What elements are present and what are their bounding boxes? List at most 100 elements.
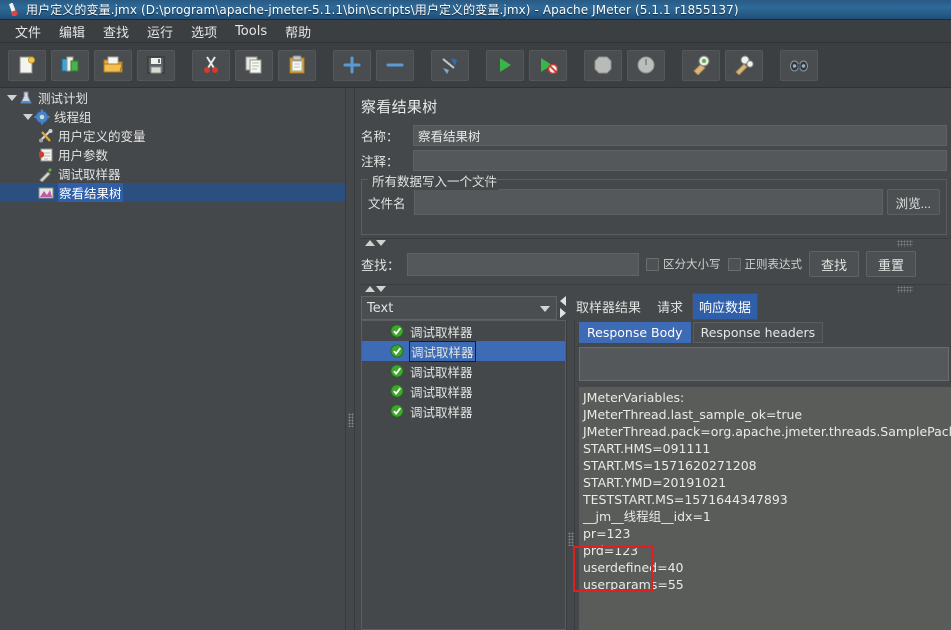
list-item[interactable]: 调试取样器 (362, 381, 565, 401)
split-expand-arrows[interactable] (365, 286, 386, 292)
page-title: 察看结果树 (361, 98, 438, 116)
menu-edit[interactable]: 编辑 (50, 20, 94, 43)
tree-node-thread-group[interactable]: 线程组 (0, 107, 345, 126)
list-item-label: 调试取样器 (410, 324, 473, 340)
tab-request[interactable]: 请求 (650, 293, 690, 320)
chevron-down-icon[interactable] (6, 92, 17, 103)
search-bar: 查找： 区分大小写 正则表达式 查找 重置 (355, 247, 951, 281)
copy-pages-icon (245, 56, 262, 74)
toolbar-copy[interactable] (235, 49, 273, 81)
list-item[interactable]: 调试取样器 (362, 401, 565, 421)
toolbar-shutdown[interactable] (627, 49, 665, 81)
tree-node-user-defined-variables[interactable]: 用户定义的变量 (0, 126, 345, 145)
chevron-left-icon[interactable] (560, 296, 566, 306)
response-tabs: Response Body Response headers (575, 320, 951, 343)
shutdown-icon (637, 56, 655, 74)
split-expand-arrows[interactable] (365, 240, 386, 246)
tab-scroll-arrows[interactable] (560, 296, 566, 318)
tree-label: 测试计划 (38, 91, 89, 106)
tree-label: 察看结果树 (58, 183, 123, 202)
toolbar-search[interactable] (780, 49, 818, 81)
toolbar-start[interactable] (486, 49, 524, 81)
paste-clipboard-icon (289, 55, 305, 74)
chevron-down-icon[interactable] (376, 286, 386, 292)
toolbar-start-no-pauses[interactable] (529, 49, 567, 81)
tab-sampler-result[interactable]: 取样器结果 (569, 293, 648, 320)
cut-scissors-icon (204, 56, 218, 73)
reset-button[interactable]: 重置 (866, 251, 917, 277)
tree-node-test-plan[interactable]: 测试计划 (0, 88, 345, 107)
tab-response-body[interactable]: Response Body (579, 322, 691, 343)
filename-row: 文件名 浏览... (368, 189, 940, 215)
tree-node-user-parameters[interactable]: 用户参数 (0, 145, 345, 164)
lower-split-divider[interactable] (359, 284, 949, 293)
chevron-up-icon[interactable] (365, 286, 375, 292)
toolbar-clear-all[interactable] (725, 49, 763, 81)
open-folder-icon (103, 56, 123, 73)
toolbar-paste[interactable] (278, 49, 316, 81)
render-format-combo[interactable]: Text (361, 296, 557, 320)
render-format-value: Text (367, 300, 394, 316)
chevron-down-icon[interactable] (22, 111, 33, 122)
toolbar-expand-all[interactable] (333, 49, 371, 81)
templates-icon (61, 56, 79, 72)
main-split-divider[interactable] (345, 88, 355, 630)
chevron-right-icon[interactable] (560, 308, 566, 318)
name-label: 名称： (361, 129, 399, 144)
checkbox-box[interactable] (646, 257, 660, 271)
list-item[interactable]: 调试取样器 (362, 321, 565, 341)
upper-split-divider[interactable] (359, 238, 949, 247)
tree-node-view-results-tree[interactable]: 察看结果树 (0, 183, 345, 202)
tab-response-data[interactable]: 响应数据 (692, 293, 759, 320)
list-item-label: 调试取样器 (410, 364, 473, 380)
menu-search[interactable]: 查找 (94, 20, 138, 43)
toolbar-templates[interactable] (51, 49, 89, 81)
menu-run[interactable]: 运行 (138, 20, 182, 43)
toolbar-collapse-all[interactable] (376, 49, 414, 81)
name-input[interactable] (413, 125, 947, 146)
menu-file[interactable]: 文件 (6, 20, 50, 43)
chevron-down-icon[interactable] (540, 306, 550, 312)
results-split-divider[interactable] (566, 320, 575, 630)
chevron-down-icon[interactable] (376, 240, 386, 246)
sampler-result-list[interactable]: 调试取样器 调试取样器 调试取样器 调试取样器 调试取样器 (361, 320, 566, 630)
new-document-icon (19, 56, 35, 74)
toolbar-cut[interactable] (192, 49, 230, 81)
test-plan-tree[interactable]: 测试计划 线程组 用户定义的变量 用户参数 调试取样器 察看结果树 (0, 88, 345, 630)
comment-input[interactable] (413, 150, 947, 171)
tree-label: 线程组 (54, 110, 92, 125)
list-item[interactable]: 调试取样器 (362, 361, 565, 381)
tree-label: 用户定义的变量 (58, 129, 146, 144)
find-button[interactable]: 查找 (809, 251, 860, 277)
menu-help[interactable]: 帮助 (276, 20, 320, 43)
toolbar-open[interactable] (94, 49, 132, 81)
split-grip[interactable] (897, 240, 913, 247)
response-line: JMeterVariables: (583, 390, 685, 405)
toolbar-new[interactable] (8, 49, 46, 81)
split-grip[interactable] (568, 532, 574, 546)
split-grip[interactable] (897, 286, 913, 293)
response-find-box[interactable] (579, 347, 949, 381)
filename-input[interactable] (414, 189, 883, 215)
regex-checkbox[interactable]: 正则表达式 (727, 256, 802, 272)
split-grip[interactable] (348, 413, 354, 427)
menu-options[interactable]: 选项 (182, 20, 226, 43)
search-input[interactable] (407, 252, 640, 276)
render-and-tabs-row: Text 取样器结果 请求 响应数据 (355, 293, 951, 320)
toolbar-save[interactable] (137, 49, 175, 81)
checkbox-box[interactable] (727, 257, 741, 271)
tab-response-headers[interactable]: Response headers (692, 322, 824, 343)
clear-all-icon (735, 55, 754, 75)
browse-button[interactable]: 浏览... (886, 189, 940, 215)
toolbar-toggle[interactable] (431, 49, 469, 81)
response-body-text[interactable]: JMeterVariables: JMeterThread.last_sampl… (579, 387, 951, 630)
chevron-up-icon[interactable] (365, 240, 375, 246)
list-item[interactable]: 调试取样器 (362, 340, 565, 362)
response-line: JMeterThread.pack=org.apache.jmeter.thre… (583, 424, 951, 439)
toolbar-stop[interactable] (584, 49, 622, 81)
plus-icon (343, 56, 361, 74)
toolbar-clear[interactable] (682, 49, 720, 81)
tree-node-debug-sampler[interactable]: 调试取样器 (0, 164, 345, 183)
menu-tools[interactable]: Tools (226, 22, 276, 41)
case-sensitive-checkbox[interactable]: 区分大小写 (646, 256, 721, 272)
